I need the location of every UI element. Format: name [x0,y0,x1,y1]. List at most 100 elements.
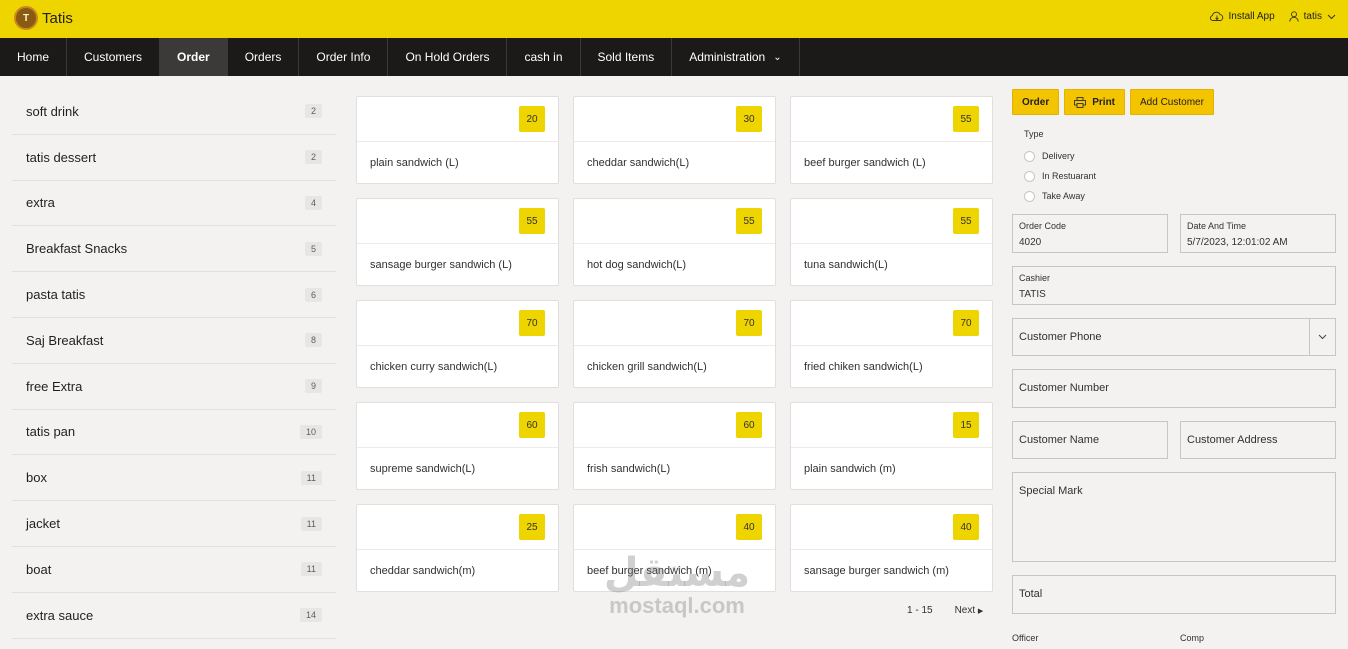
category-item[interactable]: pasta tatis 6 [12,272,336,318]
nav-cash-in-label: cash in [524,50,563,64]
nav-cash-in[interactable]: cash in [507,38,581,76]
add-customer-label: Add Customer [1140,96,1204,108]
category-item[interactable]: box 11 [12,455,336,502]
nav-administration[interactable]: Administration ⌄ [672,38,800,76]
nav-customers[interactable]: Customers [67,38,161,76]
category-count-badge: 11 [300,516,322,531]
cashier-field: Cashier TATIS [1012,266,1336,305]
category-label: Breakfast Snacks [26,241,128,257]
category-count-badge: 14 [299,608,322,623]
product-name: tuna sandwich(L) [804,259,888,271]
product-price-badge: 70 [736,310,762,336]
action-buttons: Order Print Add Customer [1012,89,1336,115]
product-card[interactable]: 55 tuna sandwich(L) [790,198,993,286]
nav-home[interactable]: Home [0,38,68,76]
product-price-badge: 20 [519,106,545,132]
product-name: frish sandwich(L) [587,463,671,475]
product-price-badge: 70 [953,310,979,336]
product-card[interactable]: 70 chicken grill sandwich(L) [573,300,776,388]
print-button[interactable]: Print [1064,89,1126,115]
category-count-badge: 10 [299,424,322,439]
category-item[interactable]: Breakfast Snacks 5 [12,226,336,273]
product-card[interactable]: 70 chicken curry sandwich(L) [356,300,559,388]
nav-sold-items-label: Sold Items [597,50,655,64]
category-count-badge: 5 [304,241,322,256]
category-count-badge: 9 [304,379,322,394]
radio-in-restaurant[interactable]: In Restuarant [1024,166,1096,186]
product-price-badge: 55 [953,106,979,132]
category-count-badge: 11 [300,470,322,485]
product-card[interactable]: 15 plain sandwich (m) [790,402,993,490]
product-card[interactable]: 60 supreme sandwich(L) [356,402,559,490]
card-divider [357,141,558,142]
nav-sold-items[interactable]: Sold Items [581,38,673,76]
category-label: extra sauce [26,607,94,623]
category-item[interactable]: tatis dessert 2 [12,135,336,181]
watermark-arabic: مستقل [603,550,751,596]
product-card[interactable]: 55 hot dog sandwich(L) [573,198,776,286]
datetime-value: 5/7/2023, 12:01:02 AM [1187,237,1288,248]
product-card[interactable]: 60 frish sandwich(L) [573,402,776,490]
category-label: soft drink [26,103,79,119]
product-name: chicken grill sandwich(L) [587,361,707,373]
total-input[interactable]: Total [1012,575,1336,614]
nav-order-info[interactable]: Order Info [299,38,389,76]
card-divider [791,141,992,142]
product-name: chicken curry sandwich(L) [370,361,498,373]
user-menu[interactable]: tatis [1289,11,1336,22]
category-label: pasta tatis [26,287,86,303]
product-price-badge: 30 [736,106,762,132]
radio-circle [1024,150,1035,162]
product-price-badge: 25 [519,514,545,540]
nav-on-hold-orders[interactable]: On Hold Orders [388,38,508,76]
product-card[interactable]: 25 cheddar sandwich(m) [356,504,559,592]
category-count-badge: 4 [304,195,322,210]
radio-take-away[interactable]: Take Away [1024,186,1096,206]
customer-number-input[interactable]: Customer Number [1012,369,1336,408]
radio-circle [1024,170,1035,182]
product-card[interactable]: 30 cheddar sandwich(L) [573,96,776,184]
product-card[interactable]: 55 beef burger sandwich (L) [790,96,993,184]
add-customer-button[interactable]: Add Customer [1130,89,1214,115]
product-price-badge: 55 [519,208,545,234]
officer-label: Officer [1012,633,1039,643]
product-card[interactable]: 20 plain sandwich (L) [356,96,559,184]
category-item[interactable]: jacket 11 [12,501,336,547]
customer-phone-dropdown-button[interactable] [1309,319,1335,355]
customer-name-placeholder: Customer Name [1019,434,1100,446]
next-page-button[interactable]: Next ▶ [955,605,984,616]
special-mark-textarea[interactable]: Special Mark [1012,472,1336,562]
category-item[interactable]: boat 11 [12,547,336,593]
install-app-button[interactable]: Install App [1209,11,1275,22]
nav-order[interactable]: Order [160,38,228,76]
pager-range: 1 - 15 [907,605,933,616]
category-item[interactable]: Saj Breakfast 8 [12,318,336,364]
product-price-badge: 55 [736,208,762,234]
order-button[interactable]: Order [1012,89,1060,115]
category-label: boat [26,561,52,577]
category-item[interactable]: extra 4 [12,181,336,227]
product-card[interactable]: 40 sansage burger sandwich (m) [790,504,993,592]
card-divider [791,345,992,346]
customer-address-input[interactable]: Customer Address [1180,421,1336,459]
radio-delivery[interactable]: Delivery [1024,146,1096,166]
customer-phone-combobox[interactable]: Customer Phone [1012,318,1336,356]
product-card[interactable]: 70 fried chiken sandwich(L) [790,300,993,388]
product-card[interactable]: 55 sansage burger sandwich (L) [356,198,559,286]
category-item[interactable]: extra sauce 14 [12,593,336,639]
category-count-badge: 6 [304,287,322,302]
print-button-label: Print [1092,96,1116,108]
comp-label: Comp [1180,633,1205,643]
category-item[interactable]: tatis pan 10 [12,410,336,456]
radio-delivery-label: Delivery [1042,151,1075,161]
top-right-actions: Install App tatis [1209,11,1337,22]
nav-administration-label: Administration [689,50,766,64]
product-name: beef burger sandwich (L) [804,157,926,169]
nav-orders[interactable]: Orders [228,38,300,76]
pager: 1 - 15 Next ▶ [907,605,983,616]
customer-name-input[interactable]: Customer Name [1012,421,1168,459]
order-code-field: Order Code 4020 [1012,214,1168,253]
category-item[interactable]: soft drink 2 [12,89,336,135]
product-price-badge: 55 [953,208,979,234]
category-item[interactable]: free Extra 9 [12,364,336,410]
